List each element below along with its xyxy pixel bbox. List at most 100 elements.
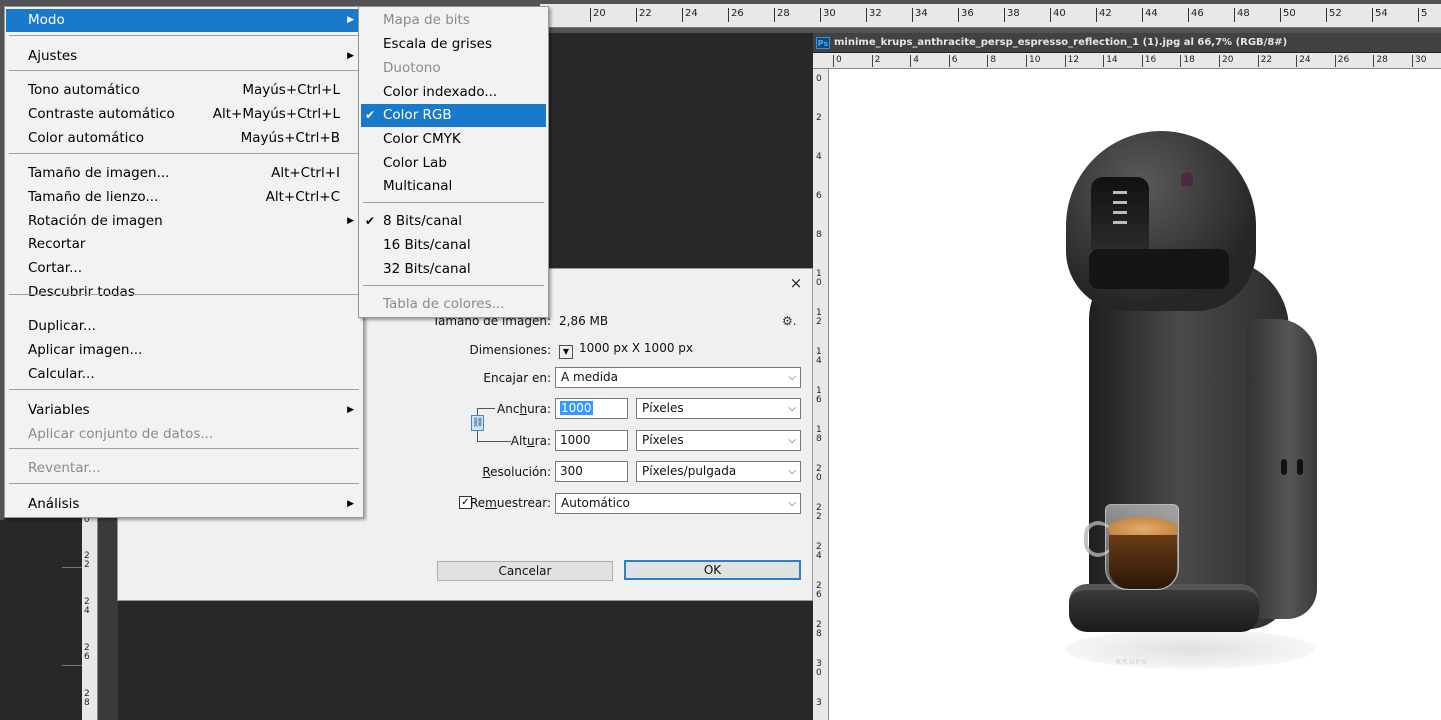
submenu-item-label: 8 Bits/canal [383,213,463,229]
ruler-tick-label: 20 [590,8,606,22]
chevron-down-icon: ⌵ [788,498,796,509]
ruler-tick-label: 32 [866,8,882,22]
document-ruler-left: 0 2 4 6 8 1 0 1 2 1 4 1 6 1 8 2 0 2 2 2 4 2 6 2 8 3 0 3 [813,69,829,720]
menu-item-tamano-de-lienzo[interactable]: Tamaño de lienzo... Alt+Ctrl+C [6,186,362,209]
menu-item-recortar[interactable]: Recortar [6,233,362,256]
submenu-item-tabla-de-colores[interactable]: Tabla de colores... [361,293,546,316]
menu-item-shortcut: Mayús+Ctrl+L [242,82,340,98]
ruler-tick-label: 38 [1004,8,1020,22]
height-unit-select[interactable]: Píxeles ⌵ [636,430,801,451]
submenu-item-escala-de-grises[interactable]: Escala de grises [361,33,546,56]
submenu-item-16-bits-canal[interactable]: 16 Bits/canal [361,234,546,257]
coffee-machine-spout [1089,249,1229,289]
menu-separator [9,294,359,295]
dimensions-value: ▼ 1000 px X 1000 px [559,341,693,359]
menu-item-calcular[interactable]: Calcular... [6,363,362,386]
ruler-tick-label: 54 [1372,8,1388,22]
submenu-item-color-cmyk[interactable]: Color CMYK [361,128,546,151]
submenu-item-mapa-de-bits[interactable]: Mapa de bits [361,9,546,32]
guide-line [62,665,82,666]
ruler-tick-label: 1 0 [816,269,822,288]
menu-item-modo[interactable]: Modo ▶ [6,9,362,32]
ruler-tick-label: 22 [636,8,652,22]
menu-separator [9,389,359,390]
ruler-tick-label: 44 [1142,8,1158,22]
photoshop-file-icon: Ps [816,37,830,49]
height-input[interactable]: 1000 [555,430,628,451]
document-tab[interactable]: Ps minime_krups_anthracite_persp_espress… [813,33,1441,53]
submenu-item-label: Color Lab [383,155,447,171]
resample-label: Remuestrear: [469,496,551,510]
ruler-tick-label: 24 [1296,55,1311,67]
submenu-item-color-rgb[interactable]: ✔ Color RGB [361,104,546,127]
menu-item-rotacion-de-imagen[interactable]: Rotación de imagen ▶ [6,210,362,233]
menu-separator [9,70,359,71]
document-window[interactable]: Ps minime_krups_anthracite_persp_espress… [813,33,1441,720]
chevron-right-icon: ▶ [347,15,354,25]
submenu-item-label: Color indexado... [383,84,498,100]
chevron-down-icon[interactable]: ▼ [559,345,573,359]
document-title: minime_krups_anthracite_persp_espresso_r… [834,37,1288,48]
chevron-down-icon: ⌵ [788,435,796,446]
submenu-item-color-indexado[interactable]: Color indexado... [361,81,546,104]
chevron-right-icon: ▶ [347,499,354,509]
width-label: Anchura: [497,402,551,416]
ruler-tick-label: 46 [1188,8,1204,22]
menu-item-color-automatico[interactable]: Color automático Mayús+Ctrl+B [6,127,362,150]
ruler-tick-label: 48 [1234,8,1250,22]
menu-item-label: Aplicar imagen... [28,342,143,358]
menu-item-variables[interactable]: Variables ▶ [6,399,362,422]
ruler-tick-label: 2 [871,55,880,67]
ruler-tick-label: 2 [816,113,822,123]
gear-icon[interactable]: ⚙. [782,314,797,328]
cancel-button[interactable]: Cancelar [437,561,613,581]
menu-separator [363,202,544,203]
menu-separator [9,448,359,449]
width-unit-select[interactable]: Píxeles ⌵ [636,398,801,419]
submenu-item-label: Mapa de bits [383,12,470,28]
checkmark-icon: ✔ [365,108,376,122]
submenu-item-multicanal[interactable]: Multicanal [361,175,546,198]
submenu-item-color-lab[interactable]: Color Lab [361,152,546,175]
menu-item-label: Aplicar conjunto de datos... [28,426,214,442]
menu-item-duplicar[interactable]: Duplicar... [6,315,362,338]
link-proportions-icon[interactable]: ⛓ [471,415,484,431]
document-canvas[interactable]: KRUPS [829,69,1441,720]
fit-to-select[interactable]: A medida ⌵ [555,367,801,388]
menu-item-tono-automatico[interactable]: Tono automático Mayús+Ctrl+L [6,79,362,102]
document-ruler-top: 0 2 4 6 8 10 12 14 16 18 20 22 24 26 28 30 [813,53,1441,69]
menu-item-shortcut: Alt+Mayús+Ctrl+L [212,106,340,122]
ruler-tick-label: 5 [1418,8,1427,22]
menu-item-descubrir-todas[interactable]: Descubrir todas [6,281,362,304]
submenu-item-8-bits-canal[interactable]: ✔ 8 Bits/canal [361,210,546,233]
ruler-tick-label: 30 [1412,55,1426,67]
machine-reflection [1065,629,1315,669]
menu-item-cortar[interactable]: Cortar... [6,257,362,280]
machine-brand-logo: KRUPS [1116,658,1148,666]
checkmark-icon: ✔ [365,214,376,228]
menu-item-label: Rotación de imagen [28,213,163,229]
chevron-down-icon: ⌵ [788,403,796,414]
resample-method-select[interactable]: Automático ⌵ [555,493,801,514]
resolution-unit-select[interactable]: Píxeles/pulgada ⌵ [636,461,801,482]
ruler-tick-label: 2 6 [816,581,822,600]
espresso-cup [1105,504,1179,590]
width-input[interactable]: 1000 [555,398,628,419]
submenu-item-duotono[interactable]: Duotono [361,57,546,80]
menu-item-contraste-automatico[interactable]: Contraste automático Alt+Mayús+Ctrl+L [6,103,362,126]
submenu-item-32-bits-canal[interactable]: 32 Bits/canal [361,258,546,281]
ruler-tick-label: 28 [774,8,790,22]
ok-button[interactable]: OK [624,560,801,580]
menu-item-label: Descubrir todas [28,284,135,300]
close-icon[interactable]: × [788,275,804,291]
menu-item-aplicar-conjunto-de-datos[interactable]: Aplicar conjunto de datos... [6,423,362,446]
menu-item-reventar[interactable]: Reventar... [6,457,362,480]
resolution-input[interactable]: 300 [555,461,628,482]
dimensions-label: Dimensiones: [469,343,551,357]
menu-item-label: Calcular... [28,366,95,382]
menu-item-analisis[interactable]: Análisis ▶ [6,493,362,516]
ruler-tick-label: 1 2 [816,308,822,327]
menu-item-tamano-de-imagen[interactable]: Tamaño de imagen... Alt+Ctrl+I [6,162,362,185]
menu-item-ajustes[interactable]: Ajustes ▶ [6,45,362,68]
menu-item-aplicar-imagen[interactable]: Aplicar imagen... [6,339,362,362]
